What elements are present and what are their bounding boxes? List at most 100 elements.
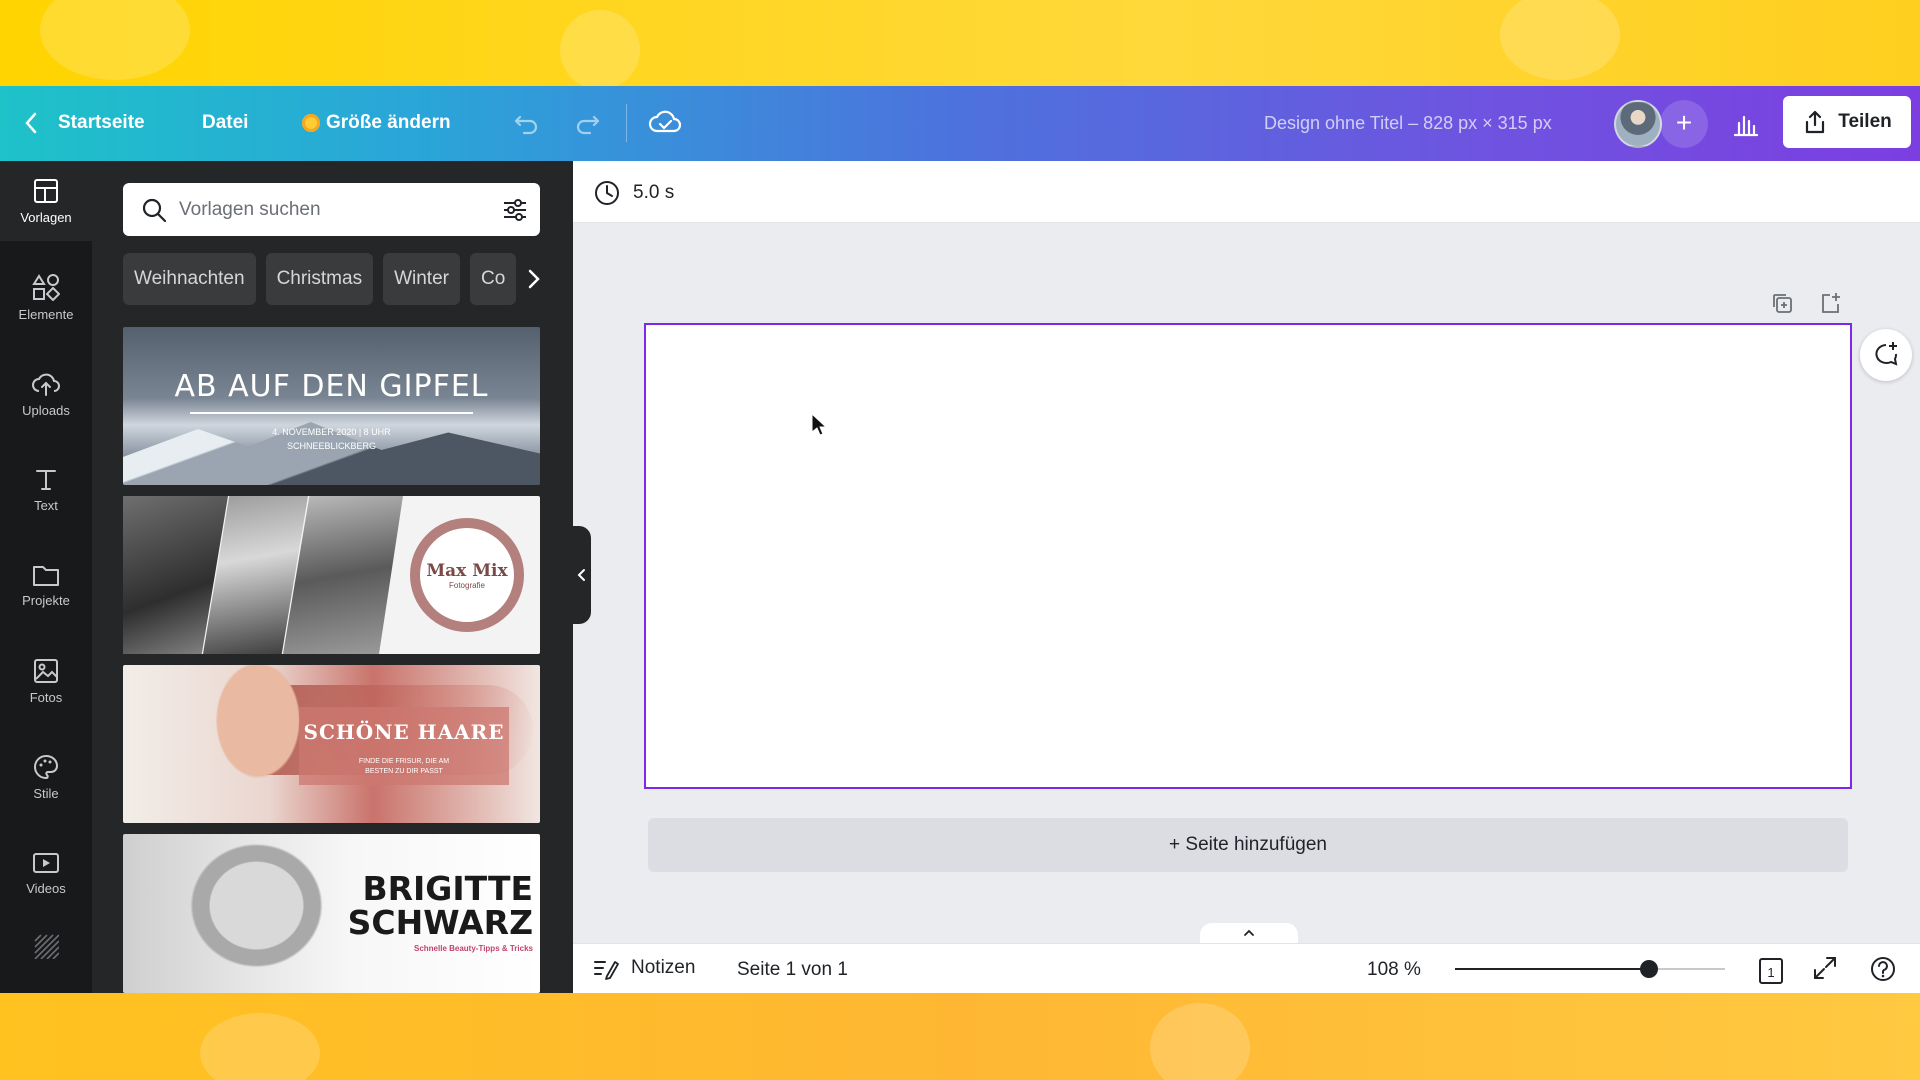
expand-pages-tab[interactable] [1200, 923, 1298, 943]
comment-plus-icon [1875, 342, 1898, 366]
template-title: SCHÖNE HAARE [303, 720, 505, 744]
desktop-backdrop-bottom [0, 993, 1920, 1080]
template-card-maxmix[interactable]: Max Mix Fotografie [123, 496, 540, 654]
undo-icon[interactable] [512, 108, 540, 136]
rail-item-label: Videos [26, 880, 66, 896]
chip-partial[interactable]: Co [469, 253, 517, 305]
templates-icon [34, 178, 58, 203]
desktop-backdrop-top [0, 0, 1920, 90]
rail-item-label: Uploads [22, 402, 70, 418]
image-icon [34, 658, 58, 683]
rail-item-templates[interactable]: Vorlagen [0, 161, 92, 241]
template-subtitle-line: FINDE DIE FRISUR, DIE AM [358, 758, 450, 765]
editor-footer: Notizen Seite 1 von 1 108 % 1 [573, 943, 1920, 993]
collapse-panel-button[interactable] [573, 526, 591, 624]
chevron-left-icon [577, 569, 585, 581]
template-title: BRIGITTE SCHWARZ [323, 872, 533, 940]
add-page-button[interactable]: + Seite hinzufügen [648, 818, 1848, 872]
chip-winter[interactable]: Winter [383, 253, 460, 305]
design-title[interactable]: Design ohne Titel – 828 px × 315 px [1264, 113, 1552, 134]
chevron-up-icon [1244, 929, 1254, 936]
zoom-slider-handle[interactable] [1640, 960, 1659, 978]
resize-button[interactable]: Größe ändern [302, 112, 451, 134]
home-link[interactable]: Startseite [58, 112, 145, 134]
template-subtitle: Schnelle Beauty-Tipps & Tricks [413, 944, 533, 953]
template-card-schoene-haare[interactable]: SCHÖNE HAARE FINDE DIE FRISUR, DIE AM BE… [123, 665, 540, 823]
share-button[interactable]: Teilen [1783, 96, 1911, 148]
share-upload-icon [1806, 110, 1825, 134]
svg-text:1: 1 [1767, 965, 1774, 980]
rail-item-videos[interactable]: Videos [0, 833, 92, 913]
rail-item-text[interactable]: Text [0, 449, 92, 529]
upload-icon [32, 373, 60, 396]
search-icon [142, 198, 167, 222]
design-canvas[interactable] [644, 323, 1852, 789]
rail-item-styles[interactable]: Stile [0, 737, 92, 817]
template-search[interactable] [123, 183, 540, 236]
mouse-cursor-icon [811, 412, 828, 442]
rail-item-photos[interactable]: Fotos [0, 641, 92, 721]
category-chips: Weihnachten Christmas Winter Co [123, 253, 543, 305]
rail-more-apps[interactable] [0, 921, 92, 977]
elements-icon [32, 273, 60, 301]
filter-sliders-icon[interactable] [502, 197, 528, 228]
decorative-shape [560, 10, 640, 90]
palette-icon [34, 754, 59, 779]
back-chevron-icon[interactable] [22, 110, 42, 136]
chips-next-chevron-icon[interactable] [522, 255, 546, 303]
rail-item-projects[interactable]: Projekte [0, 545, 92, 625]
insights-chart-icon[interactable] [1722, 100, 1770, 148]
side-rail: Vorlagen Elemente Uploads Text Projekte … [0, 161, 92, 993]
invite-plus-button[interactable]: + [1660, 100, 1708, 148]
rail-item-elements[interactable]: Elemente [0, 257, 92, 337]
template-card-brigitte[interactable]: BRIGITTE SCHWARZ Schnelle Beauty-Tipps &… [123, 834, 540, 993]
template-divider [190, 412, 473, 414]
duplicate-page-icon[interactable] [1770, 291, 1794, 320]
editor-window: Startseite Datei Größe ändern Design ohn… [0, 86, 1920, 993]
file-menu[interactable]: Datei [202, 112, 248, 134]
share-label: Teilen [1838, 111, 1892, 132]
rail-item-label: Fotos [29, 689, 63, 705]
pages-icon: 1 [1759, 958, 1783, 984]
zoom-slider[interactable] [1455, 960, 1725, 978]
notes-pencil-icon [594, 961, 619, 980]
help-icon[interactable] [1869, 955, 1897, 988]
fullscreen-expand-icon[interactable] [1812, 955, 1838, 986]
duration-control[interactable]: 5.0 s [593, 179, 674, 207]
chip-weihnachten[interactable]: Weihnachten [123, 253, 256, 305]
add-comment-button[interactable] [1860, 329, 1912, 381]
redo-icon[interactable] [574, 108, 602, 136]
rail-item-label: Text [34, 497, 58, 513]
template-card-gipfel[interactable]: AB AUF DEN GIPFEL 4. NOVEMBER 2020 | 8 U… [123, 327, 540, 485]
template-title: AB AUF DEN GIPFEL [174, 369, 489, 404]
template-subtitle-line: SCHNEEBLICKBERG [286, 441, 377, 451]
page-grid-button[interactable]: 1 [1757, 955, 1785, 990]
notes-button[interactable]: Notizen [593, 956, 695, 980]
badge-subtitle: Fotografie [448, 580, 486, 590]
logo-badge: Max Mix Fotografie [410, 518, 524, 632]
zoom-slider-fill [1455, 968, 1650, 970]
duration-value: 5.0 s [633, 182, 675, 203]
page-actions [1770, 291, 1842, 320]
folder-icon [33, 565, 59, 586]
template-title-line: SCHWARZ [347, 903, 533, 942]
template-subtitle-line: BESTEN ZU DIR PASST [365, 768, 443, 775]
video-icon [33, 852, 59, 873]
pattern-icon [34, 934, 59, 959]
chip-christmas[interactable]: Christmas [265, 253, 374, 305]
rail-item-uploads[interactable]: Uploads [0, 353, 92, 433]
page-indicator: Seite 1 von 1 [737, 959, 848, 980]
avatar[interactable] [1614, 100, 1662, 148]
zoom-level[interactable]: 108 % [1367, 959, 1421, 981]
add-page-icon[interactable] [1818, 291, 1842, 320]
search-input[interactable] [179, 198, 479, 221]
editor-toolbar: 5.0 s [573, 161, 1920, 223]
template-title-line: BRIGITTE [362, 869, 533, 908]
template-subtitle: 4. NOVEMBER 2020 | 8 UHR SCHNEEBLICKBERG [123, 425, 540, 453]
crown-icon [302, 114, 320, 132]
toolbar-divider [626, 104, 627, 142]
cloud-saved-icon[interactable] [648, 106, 682, 138]
decorative-shape [40, 0, 190, 80]
top-bar: Startseite Datei Größe ändern Design ohn… [0, 86, 1920, 161]
badge-title: Max Mix [426, 560, 508, 581]
